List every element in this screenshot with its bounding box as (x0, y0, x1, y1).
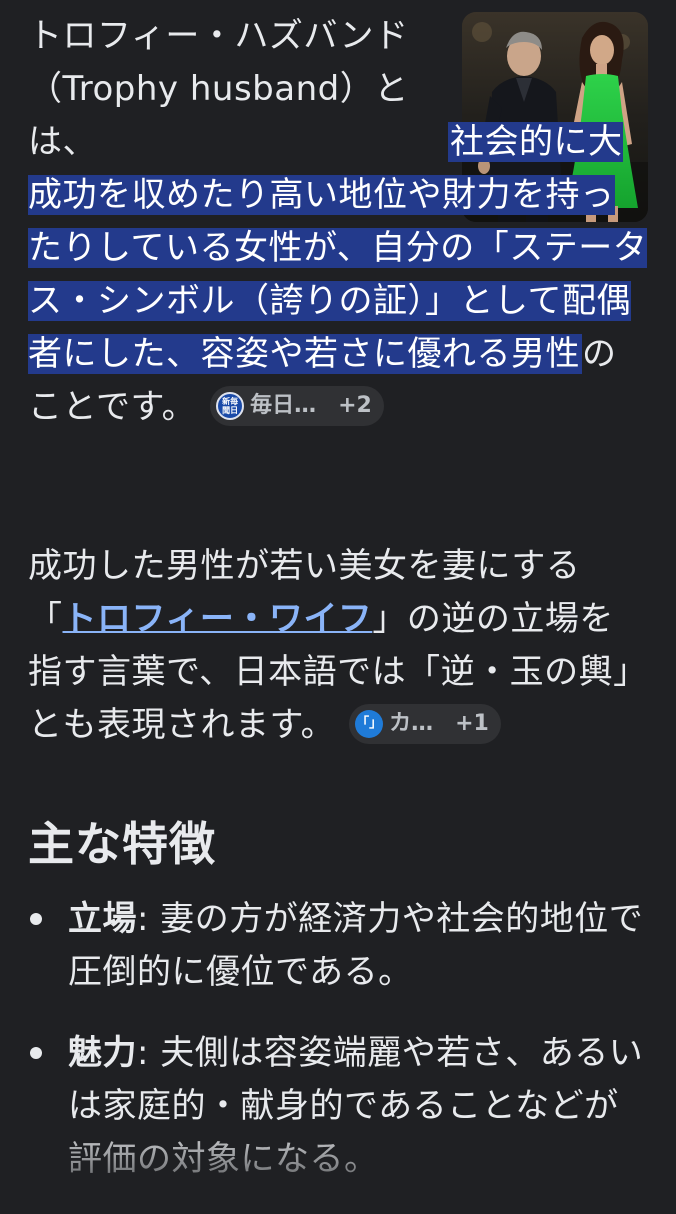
section-heading-features: 主な特徴 (28, 817, 216, 871)
intro-text-start: トロフィー・ハズバンド（Trophy husband）とは、 (28, 16, 409, 162)
features-list: 立場: 妻の方が経済力や社会的地位で圧倒的に優位である。 魅力: 夫側は容姿端麗… (28, 893, 648, 1214)
favicon-label: 新毎 聞日 (222, 396, 239, 415)
feature-separator: : (137, 1033, 161, 1073)
feature-separator: : (137, 899, 161, 939)
source-chip-ka[interactable]: 「」 カ… +1 (349, 703, 501, 744)
bullet-dot-icon (30, 1047, 42, 1059)
ai-overview-page: トロフィー・ハズバンド（Trophy husband）とは、 社会的に大成功を収め… (0, 0, 676, 1200)
source-chip-mainichi[interactable]: 新毎 聞日 毎日… +2 (210, 385, 384, 426)
favicon-label: 「」 (356, 716, 383, 731)
trophy-wife-link[interactable]: トロフィー・ワイフ (63, 599, 373, 639)
feature-term: 立場 (68, 899, 137, 939)
reverse-meaning-paragraph: 成功した男性が若い美女を妻にする「トロフィー・ワイフ」の逆の立場を指す言葉で、日… (28, 540, 648, 752)
feature-term: 魅力 (68, 1033, 137, 1073)
source-chip-more-count: +1 (455, 711, 489, 736)
source-chip-label: カ… (389, 711, 434, 736)
bracket-favicon-icon: 「」 (355, 709, 384, 738)
list-item: 立場: 妻の方が経済力や社会的地位で圧倒的に優位である。 (28, 893, 648, 999)
mainichi-favicon-icon: 新毎 聞日 (216, 391, 245, 420)
source-chip-label: 毎日… (250, 393, 317, 418)
list-item: 魅力: 夫側は容姿端麗や若さ、あるいは家庭的・献身的であることなどが評価の対象に… (28, 1027, 648, 1186)
source-chip-more-count: +2 (338, 393, 372, 418)
intro-paragraph: トロフィー・ハズバンド（Trophy husband）とは、 社会的に大成功を収め… (28, 10, 648, 434)
bullet-dot-icon (30, 913, 42, 925)
